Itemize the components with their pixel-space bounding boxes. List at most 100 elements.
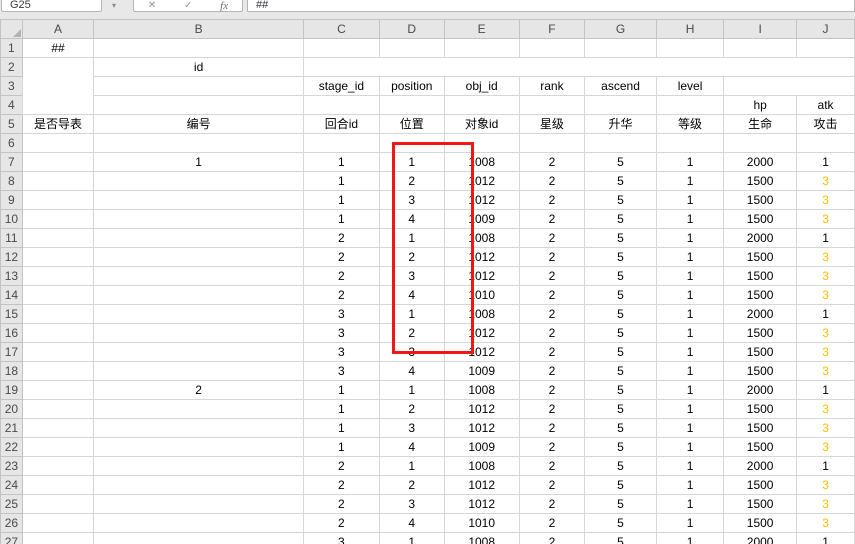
row-header-11[interactable]: 11 <box>1 229 23 248</box>
cell[interactable]: 2 <box>519 362 584 381</box>
row-header-21[interactable]: 21 <box>1 419 23 438</box>
cell[interactable]: 升华 <box>585 115 657 134</box>
cell[interactable]: 2000 <box>724 229 797 248</box>
cell[interactable]: 1 <box>379 153 444 172</box>
cell[interactable]: 1008 <box>444 381 519 400</box>
cell[interactable]: 1 <box>303 400 379 419</box>
cell[interactable]: 2000 <box>724 533 797 544</box>
cell[interactable]: 1012 <box>444 248 519 267</box>
cell[interactable] <box>94 343 304 362</box>
cell[interactable]: 2000 <box>724 381 797 400</box>
cell[interactable]: 5 <box>585 305 657 324</box>
cell[interactable] <box>22 153 94 172</box>
cell[interactable] <box>303 134 379 153</box>
cell[interactable]: 1 <box>797 305 855 324</box>
cell[interactable]: 3 <box>797 267 855 286</box>
cell[interactable]: 3 <box>797 514 855 533</box>
row-header-2[interactable]: 2 <box>1 58 23 77</box>
select-all-button[interactable] <box>1 20 23 39</box>
cell[interactable]: 1 <box>656 248 723 267</box>
cell[interactable]: 2 <box>303 286 379 305</box>
cell[interactable]: 5 <box>585 210 657 229</box>
cell[interactable]: 5 <box>585 495 657 514</box>
cell[interactable]: 5 <box>585 381 657 400</box>
enter-icon[interactable]: ✓ <box>184 0 192 11</box>
cell[interactable] <box>22 476 94 495</box>
cell[interactable] <box>94 362 304 381</box>
cell[interactable]: 2 <box>379 400 444 419</box>
cell[interactable]: 1 <box>656 457 723 476</box>
cell[interactable]: 5 <box>585 229 657 248</box>
cell[interactable] <box>94 419 304 438</box>
cell[interactable]: 1012 <box>444 400 519 419</box>
column-header-f[interactable]: F <box>519 20 584 39</box>
cell[interactable]: 2 <box>519 400 584 419</box>
row-header-24[interactable]: 24 <box>1 476 23 495</box>
cell[interactable]: 1012 <box>444 419 519 438</box>
cell[interactable] <box>22 533 94 544</box>
row-header-23[interactable]: 23 <box>1 457 23 476</box>
cell[interactable]: 4 <box>379 286 444 305</box>
cell[interactable]: 2 <box>519 305 584 324</box>
cell[interactable]: 1 <box>797 229 855 248</box>
column-header-c[interactable]: C <box>303 20 379 39</box>
cell[interactable]: obj_id <box>444 77 519 96</box>
cell[interactable]: 3 <box>303 362 379 381</box>
cell[interactable]: 2 <box>519 476 584 495</box>
cell[interactable] <box>94 324 304 343</box>
formula-input[interactable]: ## <box>247 0 855 12</box>
cell[interactable] <box>94 134 304 153</box>
cell[interactable] <box>94 210 304 229</box>
cell[interactable]: 1 <box>656 267 723 286</box>
cell[interactable] <box>379 96 444 115</box>
cell[interactable]: 2 <box>519 343 584 362</box>
cell[interactable]: 2 <box>379 324 444 343</box>
cell[interactable]: 5 <box>585 191 657 210</box>
cell[interactable] <box>444 96 519 115</box>
cell[interactable]: 1008 <box>444 229 519 248</box>
cell[interactable]: 1 <box>656 419 723 438</box>
cell[interactable] <box>94 286 304 305</box>
row-header-17[interactable]: 17 <box>1 343 23 362</box>
cell[interactable] <box>22 495 94 514</box>
cell[interactable] <box>519 96 584 115</box>
cell[interactable]: 1012 <box>444 495 519 514</box>
cell[interactable] <box>22 210 94 229</box>
cell[interactable] <box>22 324 94 343</box>
cell[interactable]: 1 <box>656 305 723 324</box>
cell[interactable]: 1 <box>656 476 723 495</box>
fx-icon[interactable]: fx <box>220 0 228 12</box>
cell[interactable]: 2 <box>519 210 584 229</box>
cell[interactable]: 5 <box>585 419 657 438</box>
cell[interactable]: 3 <box>303 324 379 343</box>
row-header-5[interactable]: 5 <box>1 115 23 134</box>
cell[interactable]: 1 <box>303 381 379 400</box>
cell[interactable]: 1 <box>797 381 855 400</box>
cell[interactable] <box>94 267 304 286</box>
cell[interactable]: 1 <box>656 286 723 305</box>
cell[interactable]: 3 <box>797 286 855 305</box>
cell[interactable]: 2 <box>519 286 584 305</box>
cell[interactable]: 5 <box>585 457 657 476</box>
cell[interactable]: 1008 <box>444 533 519 544</box>
column-header-h[interactable]: H <box>656 20 723 39</box>
cell[interactable]: 1 <box>656 191 723 210</box>
cell[interactable] <box>22 362 94 381</box>
cell[interactable]: 1 <box>379 229 444 248</box>
cell[interactable]: 3 <box>379 267 444 286</box>
row-header-8[interactable]: 8 <box>1 172 23 191</box>
cell[interactable] <box>94 191 304 210</box>
cell[interactable]: 1 <box>656 362 723 381</box>
cell[interactable]: 1500 <box>724 438 797 457</box>
cell[interactable]: 5 <box>585 343 657 362</box>
cell[interactable]: 1008 <box>444 457 519 476</box>
cell[interactable]: 1500 <box>724 210 797 229</box>
cell[interactable] <box>724 77 855 96</box>
cell[interactable] <box>724 134 797 153</box>
cell[interactable] <box>22 286 94 305</box>
cell[interactable]: 1 <box>656 210 723 229</box>
cell[interactable]: 1 <box>797 457 855 476</box>
cell[interactable] <box>94 248 304 267</box>
cell[interactable]: 1 <box>656 343 723 362</box>
name-box-dropdown-icon[interactable]: ▾ <box>112 1 116 10</box>
